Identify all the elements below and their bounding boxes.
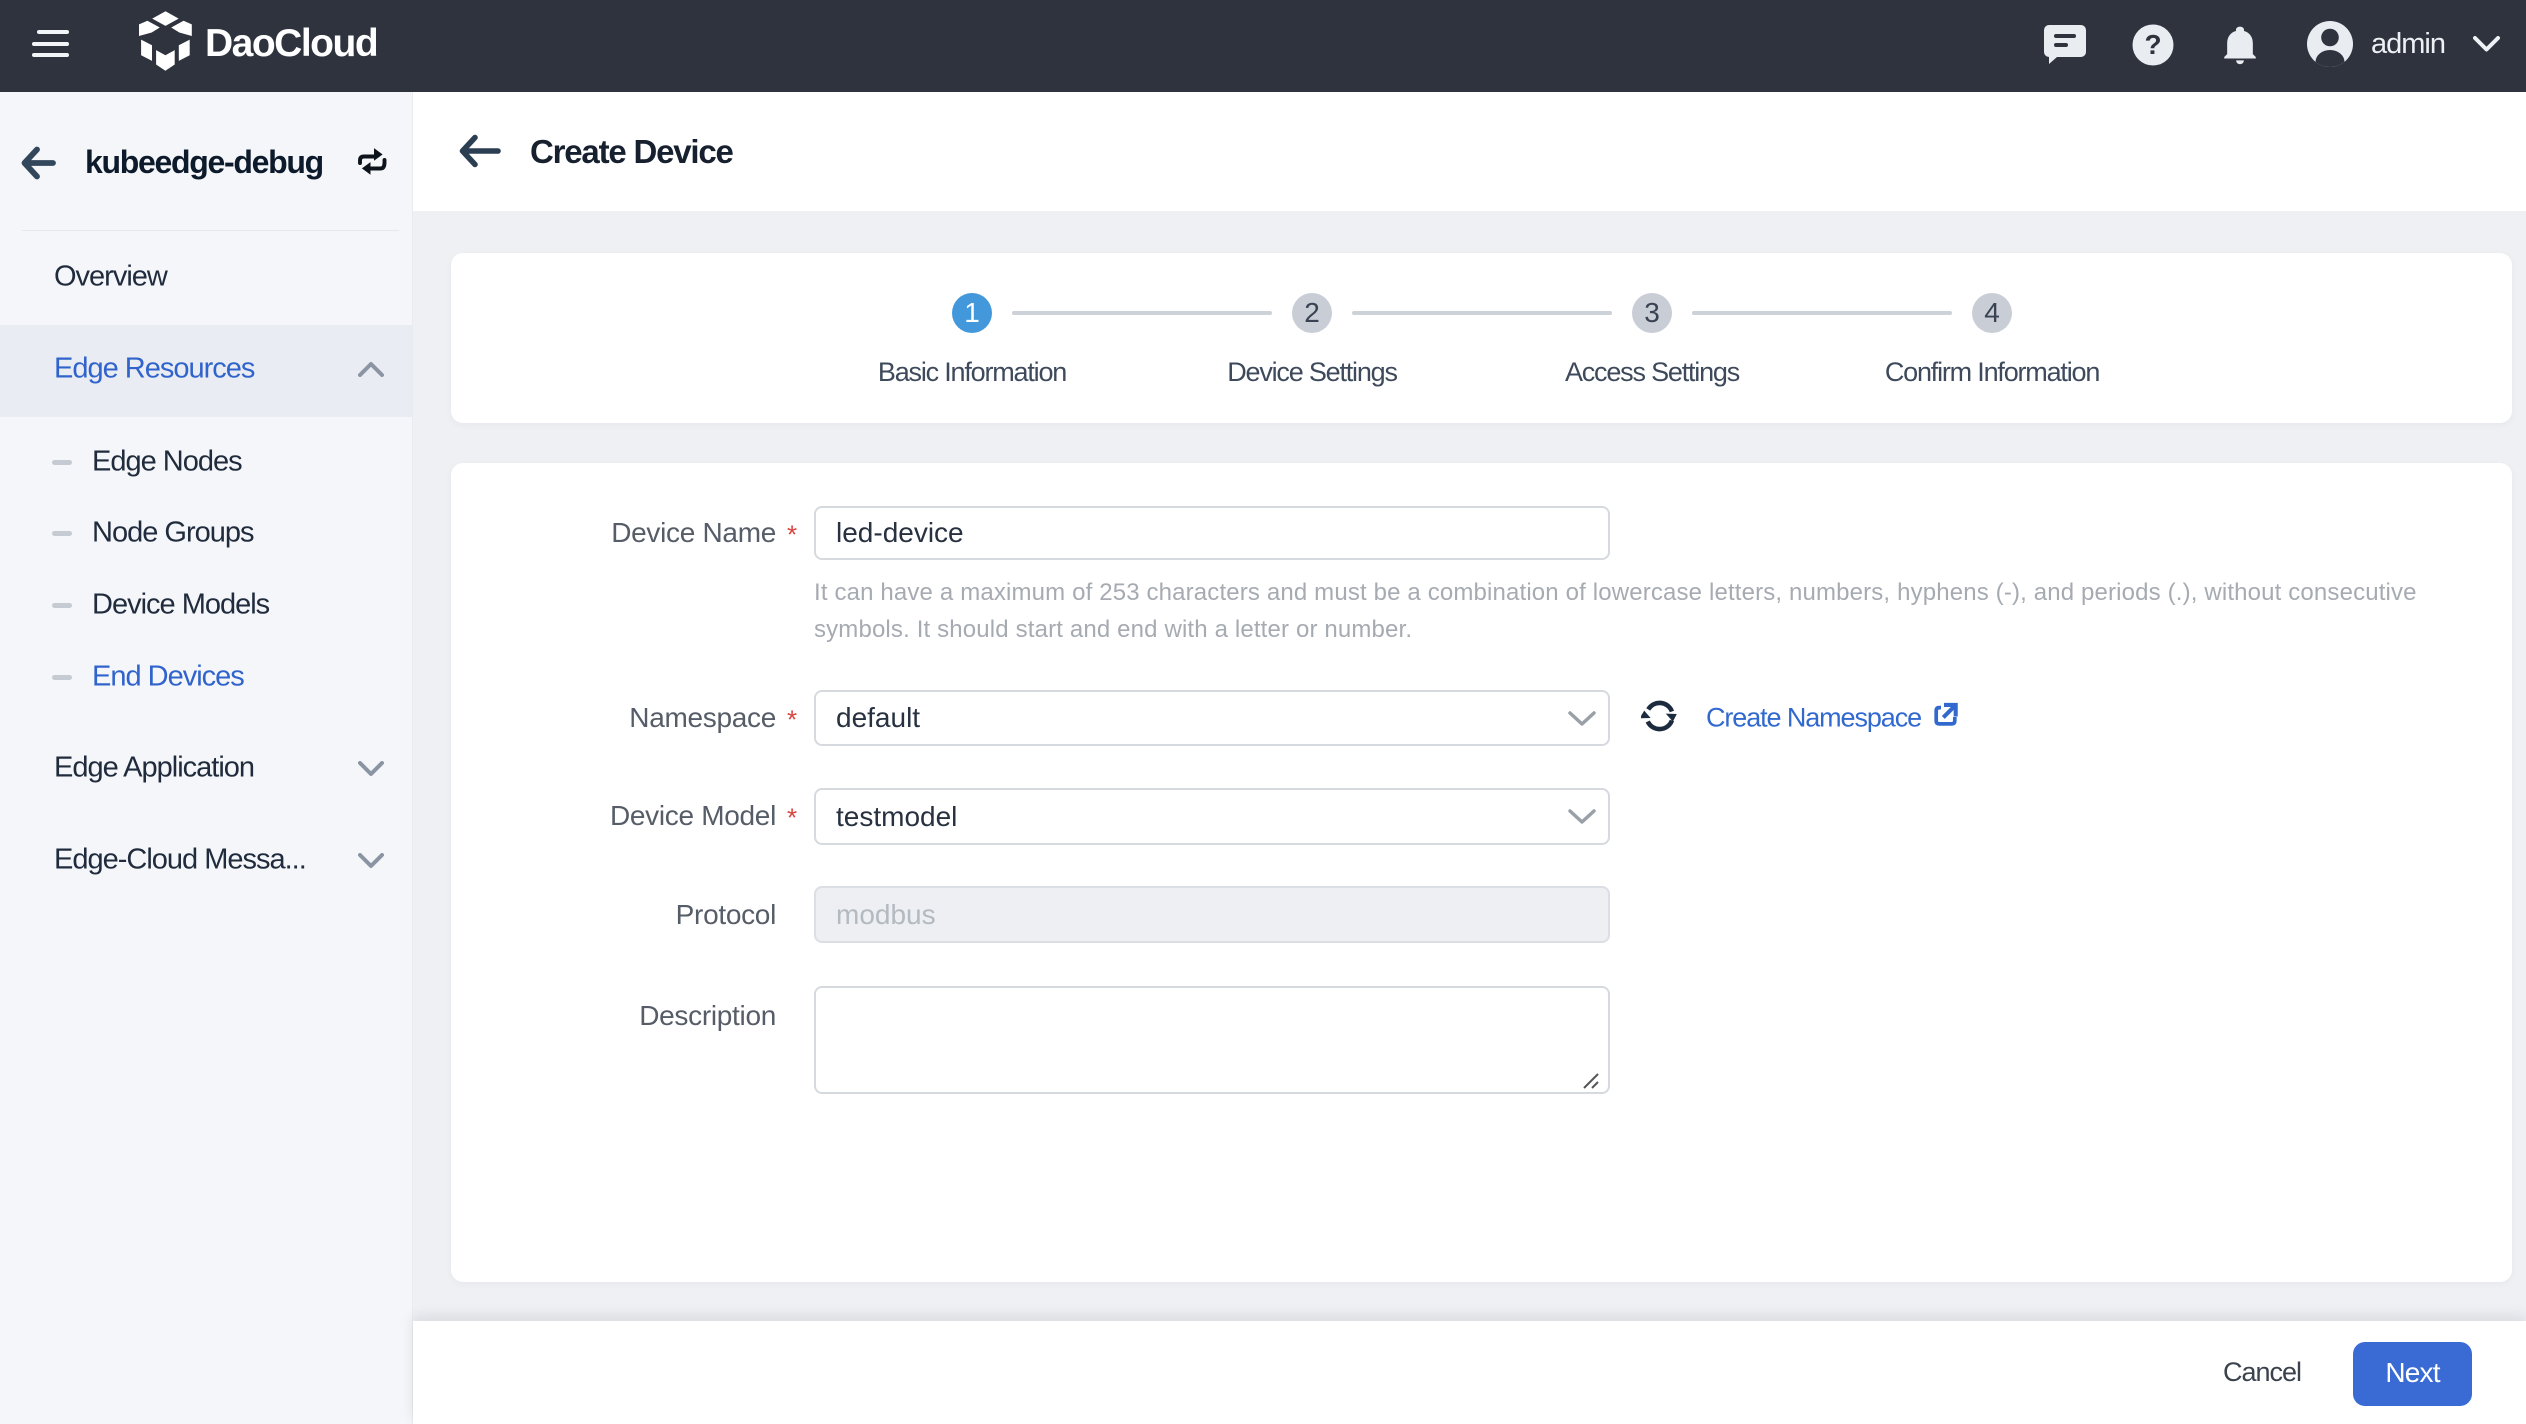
svg-text:?: ? bbox=[2144, 29, 2161, 60]
